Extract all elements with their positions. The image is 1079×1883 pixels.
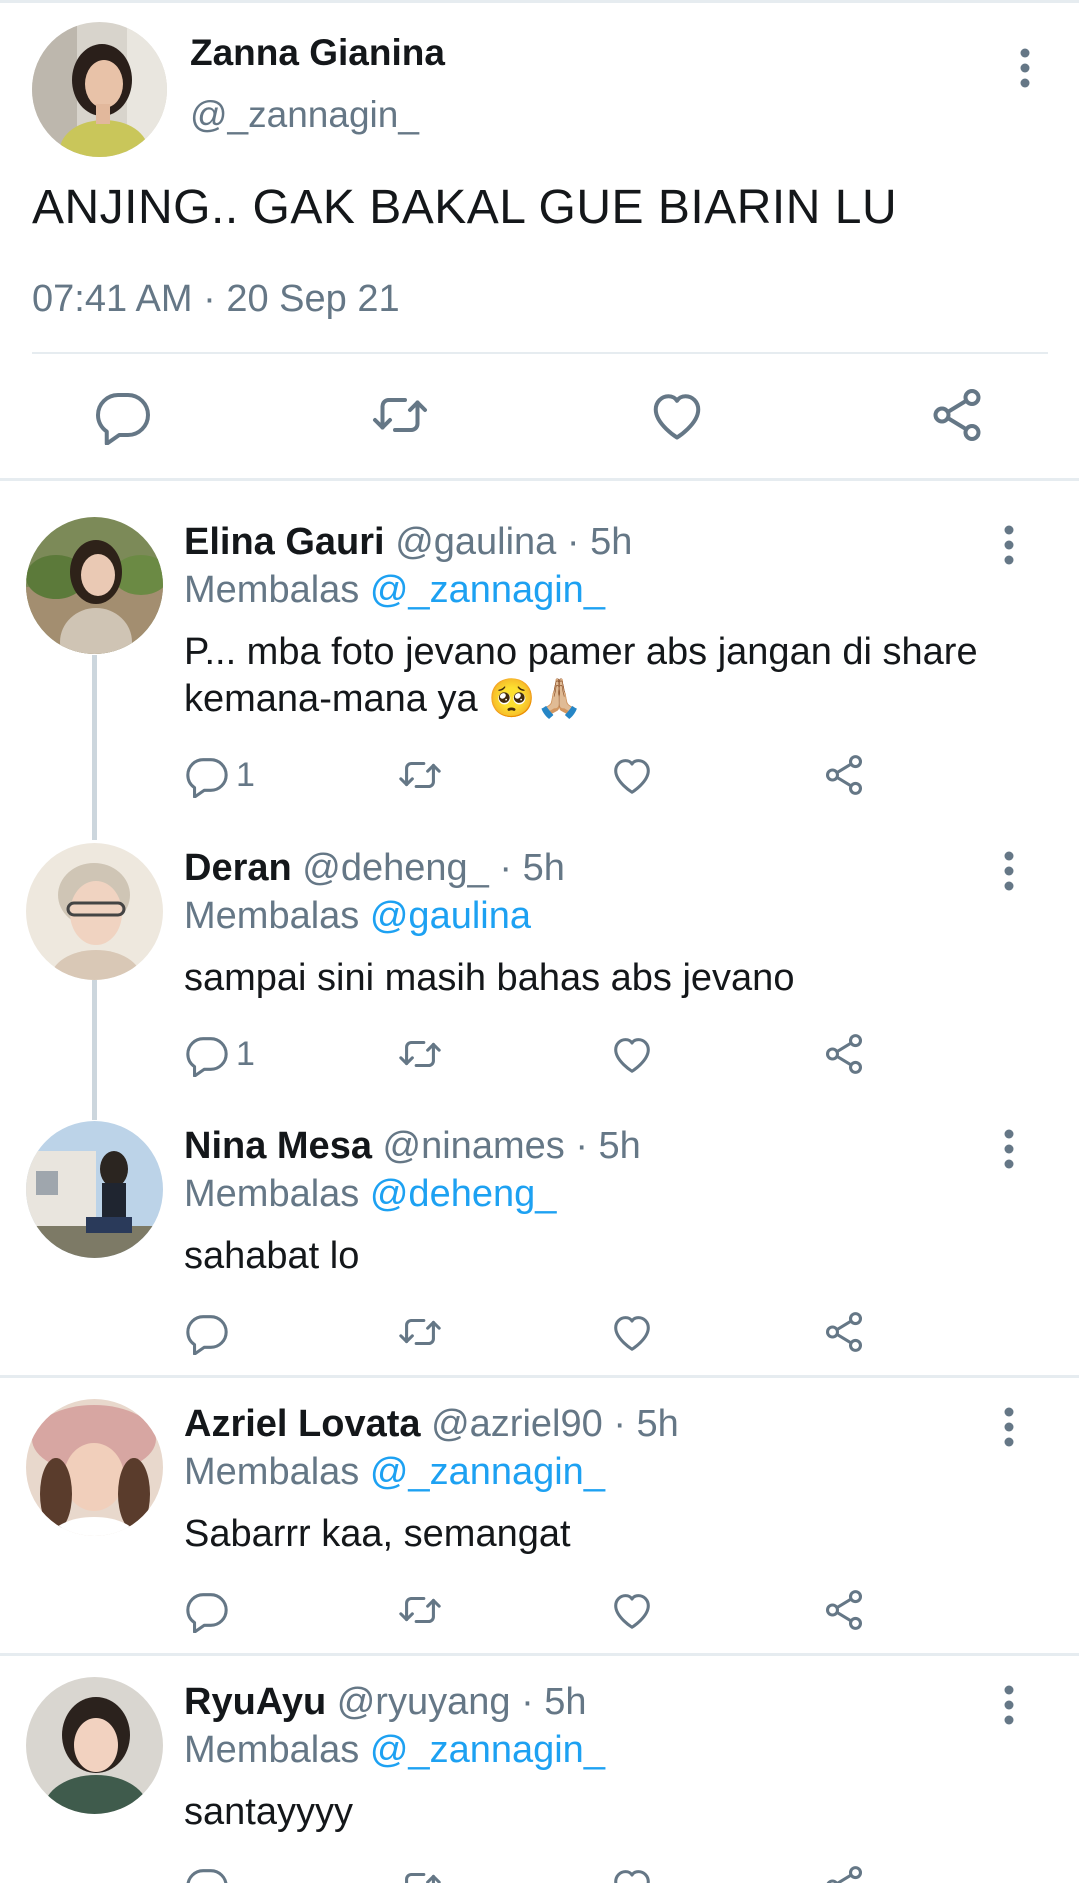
replying-prefix: Membalas bbox=[184, 895, 360, 937]
mention-link[interactable]: @_zannagin_ bbox=[370, 1729, 605, 1771]
reply-icon bbox=[186, 758, 228, 798]
main-tweet: Zanna Gianina @_zannagin_ ANJING.. GAK B… bbox=[0, 0, 1079, 480]
reply-header: Azriel Lovata @azriel90 · 5h bbox=[184, 1403, 679, 1446]
more-options-icon[interactable] bbox=[994, 1405, 1024, 1449]
replying-prefix: Membalas bbox=[184, 1451, 360, 1493]
author-name[interactable]: Azriel Lovata bbox=[184, 1403, 421, 1445]
replying-to: Membalas @gaulina bbox=[184, 895, 531, 938]
reply-text: sampai sini masih bahas abs jevano bbox=[184, 957, 795, 999]
avatar[interactable] bbox=[26, 1121, 163, 1258]
replying-prefix: Membalas bbox=[184, 1729, 360, 1771]
divider bbox=[32, 352, 1048, 354]
replying-to: Membalas @_zannagin_ bbox=[184, 1451, 605, 1494]
author-handle[interactable]: @ninames bbox=[383, 1125, 565, 1167]
like-icon[interactable] bbox=[609, 1587, 655, 1637]
reply-header: Deran @deheng_ · 5h bbox=[184, 847, 565, 890]
author-handle[interactable]: @_zannagin_ bbox=[190, 94, 419, 136]
reply-count: 1 bbox=[236, 1035, 255, 1073]
author-name[interactable]: Zanna Gianina bbox=[190, 32, 445, 74]
retweet-icon[interactable] bbox=[397, 1031, 443, 1081]
avatar[interactable] bbox=[26, 1677, 163, 1814]
reply-icon[interactable] bbox=[184, 1863, 244, 1883]
mention-link[interactable]: @gaulina bbox=[370, 895, 531, 937]
reply-time: · 5h bbox=[566, 521, 633, 563]
share-icon[interactable] bbox=[821, 1863, 867, 1883]
reply-time: · 5h bbox=[499, 847, 565, 889]
more-options-icon[interactable] bbox=[994, 849, 1024, 893]
mention-link[interactable]: @_zannagin_ bbox=[370, 1451, 605, 1493]
reply-button[interactable]: 1 bbox=[184, 752, 274, 802]
replying-prefix: Membalas bbox=[184, 569, 360, 611]
like-icon[interactable] bbox=[609, 1031, 655, 1081]
section-divider bbox=[0, 478, 1079, 481]
reply-header: Elina Gauri @gaulina · 5h bbox=[184, 521, 632, 564]
reply-text: sahabat lo bbox=[184, 1235, 360, 1277]
reply-icon[interactable] bbox=[93, 385, 153, 445]
like-icon[interactable] bbox=[647, 385, 707, 445]
like-icon[interactable] bbox=[609, 1863, 655, 1883]
tweet-text: ANJING.. GAK BAKAL GUE BIARIN LU bbox=[32, 181, 898, 234]
like-icon[interactable] bbox=[609, 1309, 655, 1359]
reply-time: · 5h bbox=[521, 1681, 587, 1723]
more-options-icon[interactable] bbox=[994, 523, 1024, 567]
reply-tweet[interactable]: Azriel Lovata @azriel90 · 5h Membalas @_… bbox=[0, 1399, 1079, 1649]
replying-to: Membalas @deheng_ bbox=[184, 1173, 556, 1216]
retweet-icon[interactable] bbox=[397, 752, 443, 802]
share-icon[interactable] bbox=[821, 752, 867, 802]
reply-header: Nina Mesa @ninames · 5h bbox=[184, 1125, 641, 1168]
reply-text: P... mba foto jevano pamer abs jangan di… bbox=[184, 631, 978, 720]
more-options-icon[interactable] bbox=[994, 1683, 1024, 1727]
retweet-icon[interactable] bbox=[397, 1863, 443, 1883]
mention-link[interactable]: @deheng_ bbox=[370, 1173, 557, 1215]
author-handle[interactable]: @ryuyang bbox=[337, 1681, 511, 1723]
reply-time: · 5h bbox=[575, 1125, 641, 1167]
reply-button[interactable]: 1 bbox=[184, 1031, 274, 1081]
replying-prefix: Membalas bbox=[184, 1173, 360, 1215]
reply-tweet[interactable]: Nina Mesa @ninames · 5h Membalas @deheng… bbox=[0, 1121, 1079, 1371]
reply-tweet[interactable]: Elina Gauri @gaulina · 5h Membalas @_zan… bbox=[0, 517, 1079, 807]
share-icon[interactable] bbox=[821, 1587, 867, 1637]
reply-text: santayyyy bbox=[184, 1791, 353, 1833]
share-icon[interactable] bbox=[927, 385, 987, 445]
retweet-icon[interactable] bbox=[397, 1587, 443, 1637]
reply-tweet[interactable]: Deran @deheng_ · 5h Membalas @gaulina sa… bbox=[0, 843, 1079, 1103]
avatar[interactable] bbox=[32, 22, 167, 157]
share-icon[interactable] bbox=[821, 1309, 867, 1359]
tweet-timestamp: 07:41 AM · 20 Sep 21 bbox=[32, 278, 400, 320]
replying-to: Membalas @_zannagin_ bbox=[184, 569, 605, 612]
more-options-icon[interactable] bbox=[1010, 46, 1040, 90]
reply-count: 1 bbox=[236, 756, 255, 794]
reply-tweet[interactable]: RyuAyu @ryuyang · 5h Membalas @_zannagin… bbox=[0, 1677, 1079, 1883]
retweet-icon[interactable] bbox=[397, 1309, 443, 1359]
author-name[interactable]: Nina Mesa bbox=[184, 1125, 372, 1167]
author-handle[interactable]: @azriel90 bbox=[431, 1403, 603, 1445]
like-icon[interactable] bbox=[609, 752, 655, 802]
more-options-icon[interactable] bbox=[994, 1127, 1024, 1171]
author-handle[interactable]: @deheng_ bbox=[302, 847, 489, 889]
avatar[interactable] bbox=[26, 843, 163, 980]
reply-time: · 5h bbox=[613, 1403, 679, 1445]
avatar[interactable] bbox=[26, 517, 163, 654]
author-name[interactable]: RyuAyu bbox=[184, 1681, 326, 1723]
section-divider bbox=[0, 1653, 1079, 1656]
reply-icon[interactable] bbox=[184, 1587, 244, 1637]
reply-header: RyuAyu @ryuyang · 5h bbox=[184, 1681, 587, 1724]
retweet-icon[interactable] bbox=[370, 385, 430, 445]
avatar[interactable] bbox=[26, 1399, 163, 1536]
reply-text: Sabarrr kaa, semangat bbox=[184, 1513, 571, 1555]
share-icon[interactable] bbox=[821, 1031, 867, 1081]
reply-icon[interactable] bbox=[184, 1309, 244, 1359]
reply-icon bbox=[186, 1037, 228, 1077]
section-divider bbox=[0, 1375, 1079, 1378]
author-name[interactable]: Elina Gauri bbox=[184, 521, 385, 563]
mention-link[interactable]: @_zannagin_ bbox=[370, 569, 605, 611]
replying-to: Membalas @_zannagin_ bbox=[184, 1729, 605, 1772]
author-handle[interactable]: @gaulina bbox=[395, 521, 556, 563]
author-name[interactable]: Deran bbox=[184, 847, 292, 889]
